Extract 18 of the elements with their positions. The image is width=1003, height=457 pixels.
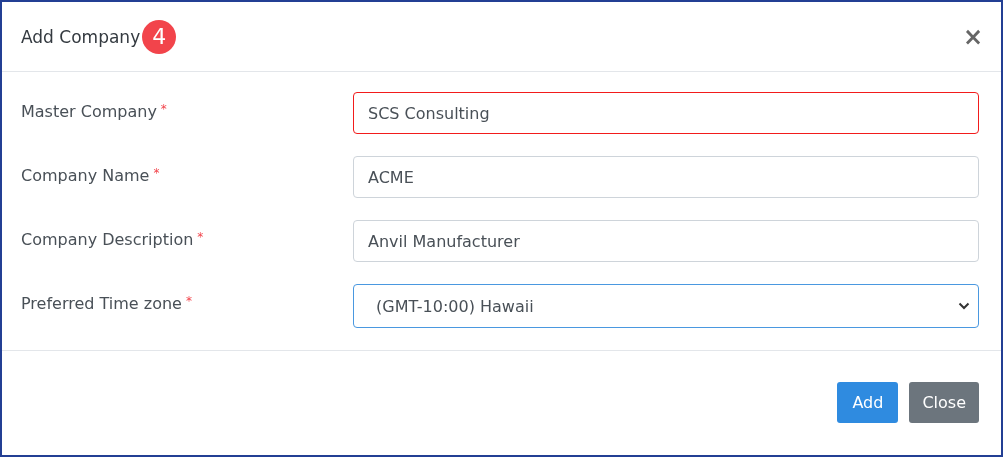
field-label: Preferred Time zone [21, 294, 182, 313]
required-mark: * [185, 294, 192, 308]
field-label: Company Name [21, 166, 150, 185]
chevron-down-icon [958, 302, 970, 310]
required-mark: * [160, 102, 167, 116]
text-field[interactable]: ACME [353, 156, 979, 198]
close-button[interactable]: Close [909, 381, 979, 423]
required-mark: * [197, 230, 204, 244]
select-field[interactable]: (GMT-10:00) Hawaii [353, 284, 979, 328]
close-button[interactable]: × [962, 24, 983, 49]
field-label: Master Company [21, 102, 157, 121]
dialog-title: Add Company [21, 26, 141, 47]
required-mark: * [153, 166, 160, 180]
text-field[interactable]: Anvil Manufacturer [353, 220, 979, 262]
add-button[interactable]: Add [837, 381, 899, 423]
field-label: Company Description [21, 230, 194, 249]
text-field[interactable]: SCS Consulting [353, 92, 979, 134]
step-badge: 4 [142, 19, 177, 54]
